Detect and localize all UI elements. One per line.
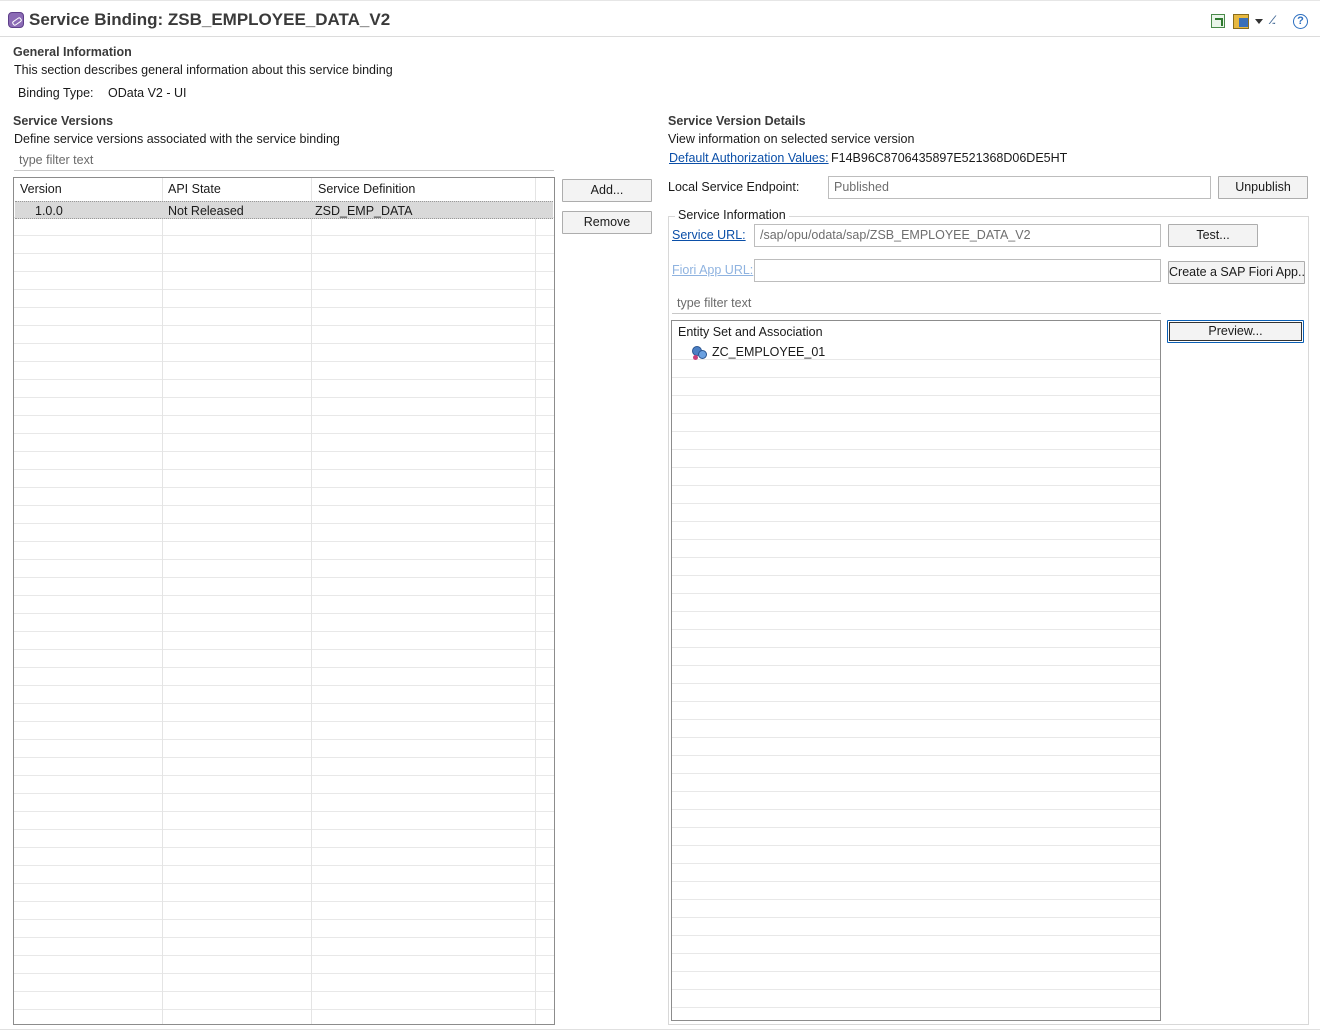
service-binding-icon [8,12,24,28]
service-versions-description: Define service versions associated with … [14,132,340,146]
binding-type-value: OData V2 - UI [108,86,187,100]
local-service-endpoint-label: Local Service Endpoint: [668,180,800,194]
column-header-service-definition[interactable]: Service Definition [318,182,415,196]
entity-set-tree-header: Entity Set and Association [678,325,823,339]
local-service-endpoint-field[interactable]: Published [828,176,1211,199]
authorization-values-id: F14B96C8706435897E521368D06DE5HT [831,151,1068,165]
service-versions-table[interactable]: Version API State Service Definition 1.0… [13,177,555,1025]
service-url-field[interactable]: /sap/opu/odata/sap/ZSB_EMPLOYEE_DATA_V2 [754,224,1161,247]
service-definition-cell: ZSD_EMP_DATA [315,204,413,218]
versions-filter-input[interactable] [14,150,554,171]
default-authorization-values-link[interactable]: Default Authorization Values: [669,151,829,165]
table-header: Version API State Service Definition [14,178,554,200]
dropdown-arrow-icon[interactable] [1255,19,1263,24]
remove-version-button[interactable]: Remove [562,211,652,234]
tree-row-lines [672,342,1160,1020]
column-header-api-state[interactable]: API State [168,182,221,196]
generate-icon[interactable] [1233,14,1249,29]
help-icon[interactable]: ? [1293,14,1308,29]
page-title: Service Binding: ZSB_EMPLOYEE_DATA_V2 [29,10,391,29]
service-version-details-heading: Service Version Details [668,114,806,128]
entity-set-tree[interactable]: Entity Set and Association ZC_EMPLOYEE_0… [671,320,1161,1021]
create-sap-fiori-app-button[interactable]: Create a SAP Fiori App... [1168,261,1305,284]
unpublish-button[interactable]: Unpublish [1218,176,1308,199]
service-version-details-description: View information on selected service ver… [668,132,915,146]
header-accent [832,1,1047,3]
word-wrap-icon[interactable]: ⁄⁄.. [1272,13,1288,27]
service-information-title: Service Information [675,208,789,222]
entity-set-icon [692,346,708,360]
general-information-heading: General Information [13,45,132,59]
general-information-description: This section describes general informati… [14,63,393,77]
preview-button[interactable]: Preview... [1167,320,1304,343]
fiori-app-url-field[interactable] [754,259,1161,282]
column-divider [311,178,312,1024]
column-header-version[interactable]: Version [20,182,62,196]
service-versions-heading: Service Versions [13,114,114,128]
api-state-cell: Not Released [168,204,244,218]
service-url-link[interactable]: Service URL: [672,228,746,242]
test-button[interactable]: Test... [1168,224,1258,247]
column-divider [162,178,163,1024]
add-version-button[interactable]: Add... [562,179,652,202]
version-cell: 1.0.0 [35,204,63,218]
binding-type-label: Binding Type: [18,86,94,100]
table-row[interactable]: 1.0.0 Not Released ZSD_EMP_DATA [15,201,553,219]
bottom-divider [0,1029,1320,1030]
entity-set-label: ZC_EMPLOYEE_01 [712,345,826,359]
entity-filter-input[interactable] [672,293,1161,314]
editor-header: Service Binding: ZSB_EMPLOYEE_DATA_V2 ⁄⁄… [0,0,1320,37]
export-icon[interactable] [1211,14,1225,28]
fiori-app-url-link: Fiori App URL: [672,263,754,277]
table-row-lines [14,200,554,1024]
column-divider [535,178,536,1024]
